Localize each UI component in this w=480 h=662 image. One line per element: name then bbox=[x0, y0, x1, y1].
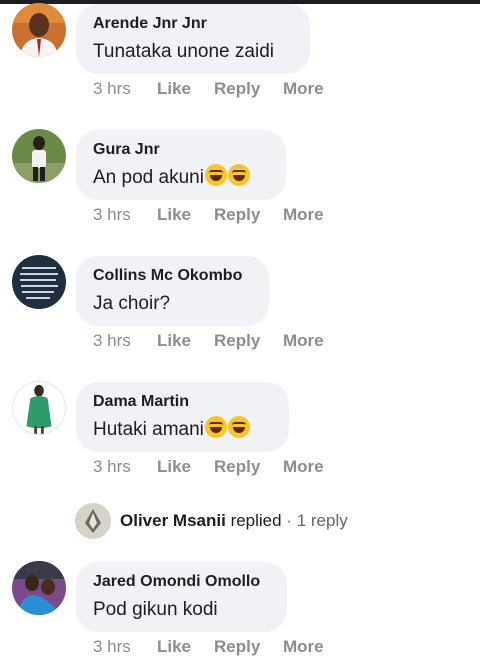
comment-time[interactable]: 3 hrs bbox=[93, 331, 131, 351]
comment-author[interactable]: Collins Mc Okombo bbox=[93, 265, 251, 287]
like-button[interactable]: Like bbox=[157, 205, 191, 225]
comment-author[interactable]: Jared Omondi Omollo bbox=[93, 571, 269, 593]
laughing-emoji-icon bbox=[227, 416, 250, 438]
more-button[interactable]: More bbox=[283, 637, 324, 657]
comment-text: Tunataka unone zaidi bbox=[93, 41, 274, 62]
reply-separator: · bbox=[281, 511, 297, 530]
comment-time[interactable]: 3 hrs bbox=[93, 79, 131, 99]
comment-text: Hutaki amani bbox=[93, 416, 271, 444]
like-button[interactable]: Like bbox=[157, 79, 191, 99]
comment-time[interactable]: 3 hrs bbox=[93, 637, 131, 657]
like-button[interactable]: Like bbox=[157, 457, 191, 477]
laughing-emoji-icon bbox=[204, 416, 227, 438]
comment-text: Ja choir? bbox=[93, 293, 171, 314]
replies-summary-text[interactable]: Oliver Msanii replied · 1 reply bbox=[120, 511, 348, 531]
more-button[interactable]: More bbox=[283, 331, 324, 351]
avatar[interactable] bbox=[75, 503, 111, 539]
reply-verb: replied bbox=[230, 511, 282, 530]
reply-button[interactable]: Reply bbox=[214, 205, 260, 225]
comment-bubble[interactable]: Gura Jnr An pod akuni bbox=[76, 130, 286, 200]
avatar[interactable] bbox=[12, 255, 66, 309]
comment-text: Pod gikun kodi bbox=[93, 599, 218, 620]
reply-count[interactable]: 1 reply bbox=[297, 511, 348, 530]
comment-text: An pod akuni bbox=[93, 164, 268, 192]
like-button[interactable]: Like bbox=[157, 331, 191, 351]
laughing-emoji-icon bbox=[204, 164, 227, 186]
comment-time[interactable]: 3 hrs bbox=[93, 457, 131, 477]
more-button[interactable]: More bbox=[283, 79, 324, 99]
replies-summary[interactable]: Oliver Msanii replied · 1 reply bbox=[75, 503, 475, 539]
comment-bubble[interactable]: Arende Jnr Jnr Tunataka unone zaidi bbox=[76, 4, 310, 74]
reply-button[interactable]: Reply bbox=[214, 79, 260, 99]
avatar[interactable] bbox=[12, 3, 66, 57]
comment-author[interactable]: Dama Martin bbox=[93, 391, 271, 413]
more-button[interactable]: More bbox=[283, 205, 324, 225]
comment-time[interactable]: 3 hrs bbox=[93, 205, 131, 225]
reply-button[interactable]: Reply bbox=[214, 457, 260, 477]
comment-author[interactable]: Arende Jnr Jnr bbox=[93, 13, 292, 35]
avatar[interactable] bbox=[12, 129, 66, 183]
avatar[interactable] bbox=[12, 561, 66, 615]
reply-button[interactable]: Reply bbox=[214, 331, 260, 351]
comment-author[interactable]: Gura Jnr bbox=[93, 139, 268, 161]
like-button[interactable]: Like bbox=[157, 637, 191, 657]
reply-button[interactable]: Reply bbox=[214, 637, 260, 657]
comment-bubble[interactable]: Collins Mc Okombo Ja choir? bbox=[76, 256, 269, 326]
reply-author[interactable]: Oliver Msanii bbox=[120, 511, 226, 530]
comment-bubble[interactable]: Jared Omondi Omollo Pod gikun kodi bbox=[76, 562, 287, 632]
more-button[interactable]: More bbox=[283, 457, 324, 477]
laughing-emoji-icon bbox=[227, 164, 250, 186]
comment-bubble[interactable]: Dama Martin Hutaki amani bbox=[76, 382, 289, 452]
avatar[interactable] bbox=[12, 381, 66, 435]
